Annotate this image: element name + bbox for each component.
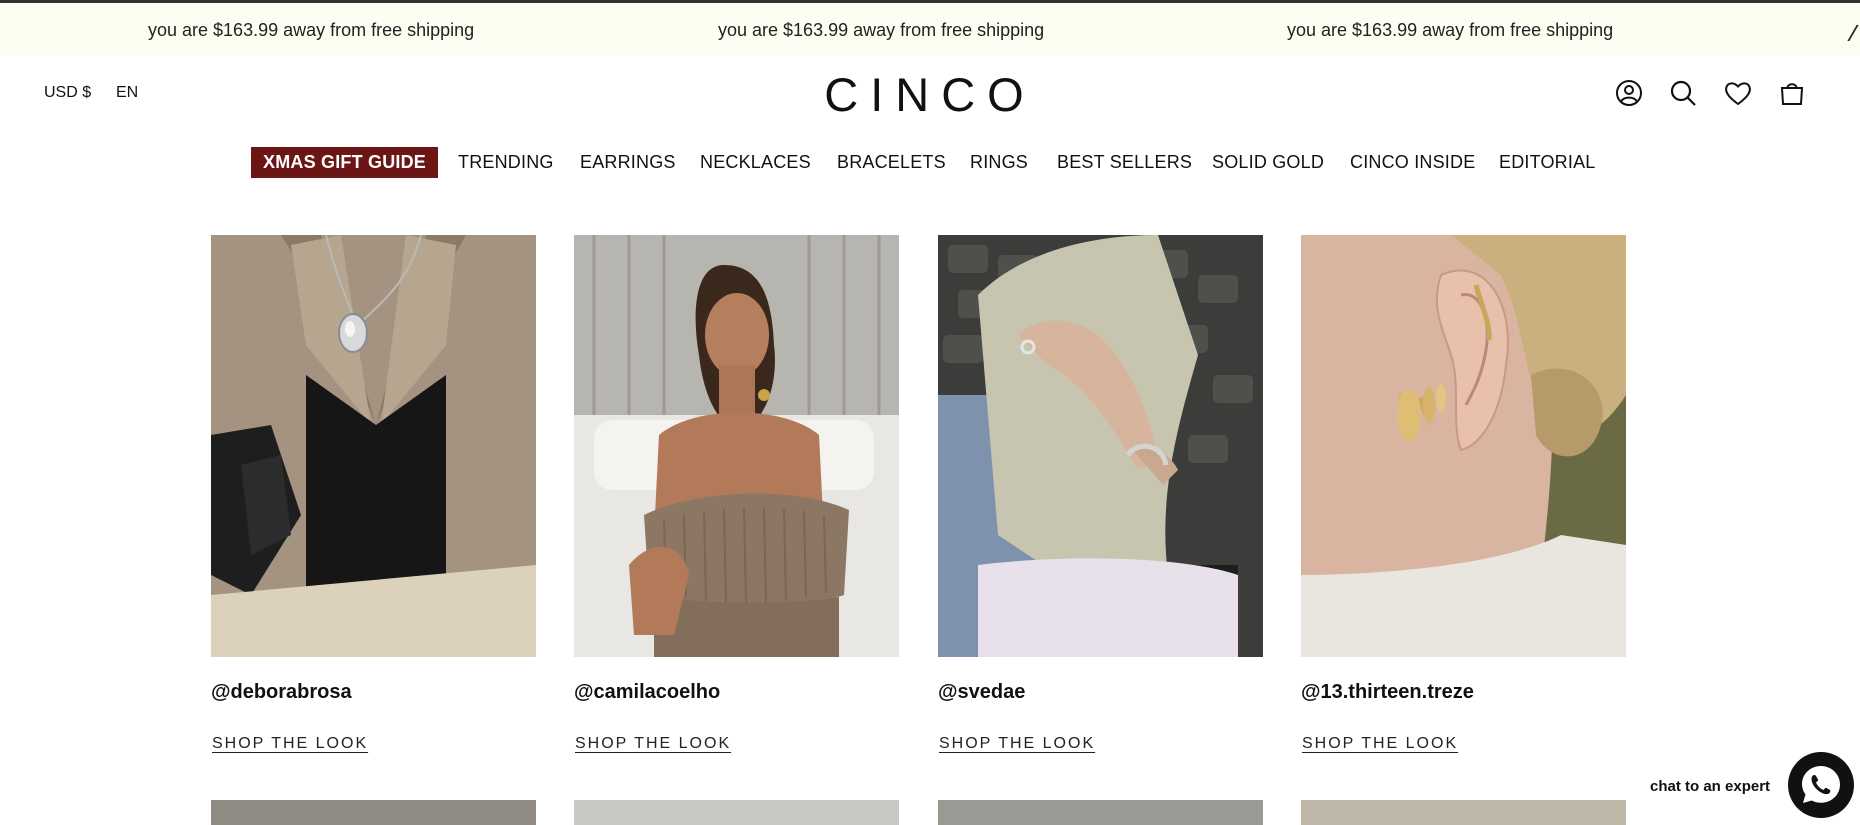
look-card: @13.thirteen.treze SHOP THE LOOK	[1301, 235, 1626, 752]
announcement-message: you are $163.99 away from free shipping	[1287, 20, 1614, 40]
shopping-bag-icon[interactable]	[1777, 78, 1807, 108]
look-card: @svedae SHOP THE LOOK	[938, 235, 1263, 752]
look-photo-next-row[interactable]	[938, 800, 1263, 825]
look-photo-next-row[interactable]	[211, 800, 536, 825]
nav-item-editorial[interactable]: EDITORIAL	[1499, 152, 1596, 173]
shop-the-look-link[interactable]: SHOP THE LOOK	[1302, 735, 1458, 753]
nav-item-bracelets[interactable]: BRACELETS	[837, 152, 946, 173]
nav-item-best-sellers[interactable]: BEST SELLERS	[1057, 152, 1192, 173]
wishlist-heart-icon[interactable]	[1723, 78, 1753, 108]
look-photo[interactable]	[938, 235, 1263, 657]
nav-item-solid-gold[interactable]: SOLID GOLD	[1212, 152, 1324, 173]
look-card: @deborabrosa SHOP THE LOOK	[211, 235, 536, 752]
look-photo-graphic	[938, 235, 1263, 657]
phone-chat-icon	[1802, 766, 1840, 803]
nav-item-cinco-inside[interactable]: CINCO INSIDE	[1350, 152, 1475, 173]
look-photo-next-row[interactable]	[574, 800, 899, 825]
announcement-message: you are $163.99 away from free shipping	[718, 20, 1045, 40]
look-handle[interactable]: @13.thirteen.treze	[1301, 681, 1474, 704]
nav-item-trending[interactable]: TRENDING	[458, 152, 554, 173]
shop-the-look-link[interactable]: SHOP THE LOOK	[575, 735, 731, 753]
marquee-edge-glyph	[1847, 25, 1860, 41]
nav-item-rings[interactable]: RINGS	[970, 152, 1028, 173]
chat-label[interactable]: chat to an expert	[1650, 778, 1770, 795]
account-icon[interactable]	[1614, 78, 1644, 108]
look-photo[interactable]	[211, 235, 536, 657]
brand-logo[interactable]: CINCO	[0, 67, 1860, 122]
announcement-bar: you are $163.99 away from free shipping …	[0, 3, 1860, 56]
look-handle[interactable]: @camilacoelho	[574, 681, 720, 704]
look-photo[interactable]	[1301, 235, 1626, 657]
look-photo[interactable]	[574, 235, 899, 657]
look-handle[interactable]: @svedae	[938, 681, 1025, 704]
look-photo-graphic	[574, 235, 899, 657]
shop-the-look-link[interactable]: SHOP THE LOOK	[212, 735, 368, 753]
site-header: USD $ EN CINCO	[0, 56, 1860, 132]
main-navigation: XMAS GIFT GUIDE TRENDING EARRINGS NECKLA…	[0, 146, 1860, 182]
look-card: @camilacoelho SHOP THE LOOK	[574, 235, 899, 752]
nav-item-necklaces[interactable]: NECKLACES	[700, 152, 811, 173]
chat-button[interactable]	[1788, 752, 1854, 818]
look-handle[interactable]: @deborabrosa	[211, 681, 352, 704]
search-icon[interactable]	[1668, 78, 1698, 108]
look-photo-next-row[interactable]	[1301, 800, 1626, 825]
announcement-message: you are $163.99 away from free shipping	[148, 20, 475, 40]
nav-item-xmas-gift-guide[interactable]: XMAS GIFT GUIDE	[251, 147, 439, 178]
nav-item-earrings[interactable]: EARRINGS	[580, 152, 676, 173]
look-photo-graphic	[211, 235, 536, 657]
shop-the-look-link[interactable]: SHOP THE LOOK	[939, 735, 1095, 753]
look-photo-graphic	[1301, 235, 1626, 657]
